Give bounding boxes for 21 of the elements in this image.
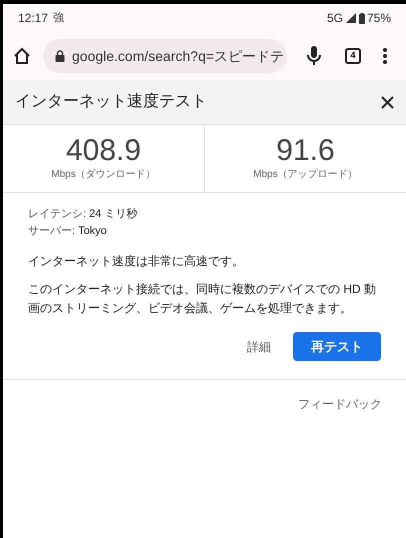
speed-value: 408.9	[66, 135, 142, 167]
speed-unit: Mbps（アップロード）	[253, 168, 358, 182]
battery-level: 75%	[366, 10, 391, 27]
speed-unit: Mbps（ダウンロード）	[51, 168, 156, 182]
address-bar[interactable]: google.com/search?q=スピードテ	[43, 39, 287, 73]
url-text: google.com/search?q=スピードテ	[72, 46, 284, 66]
signal-strength-label: 強	[53, 10, 64, 26]
detail-label: サーバー:	[28, 225, 76, 237]
card-title: インターネット速度テスト	[15, 92, 207, 112]
detail-label: レイテンシ:	[28, 208, 86, 220]
speed-value: 91.6	[276, 135, 335, 167]
detail-value: 24 ミリ秒	[89, 208, 138, 220]
feedback-link[interactable]: フィードバック	[298, 395, 382, 413]
network-type: 5G	[326, 10, 343, 27]
details-link[interactable]: 詳細	[247, 338, 271, 356]
detail-value: Tokyo	[78, 225, 107, 237]
speed-verdict: インターネット速度は非常に高速です。	[27, 253, 245, 270]
description-text: このインターネット接続では、同時に複数のデバイスでの HD 動画のストリーミング、ビデオ会議、ゲームを処理できます。	[27, 281, 377, 317]
status-time: 12:17	[18, 10, 48, 27]
tab-switcher-button[interactable]: 4	[345, 48, 361, 64]
retest-button[interactable]: 再テスト	[293, 332, 381, 361]
